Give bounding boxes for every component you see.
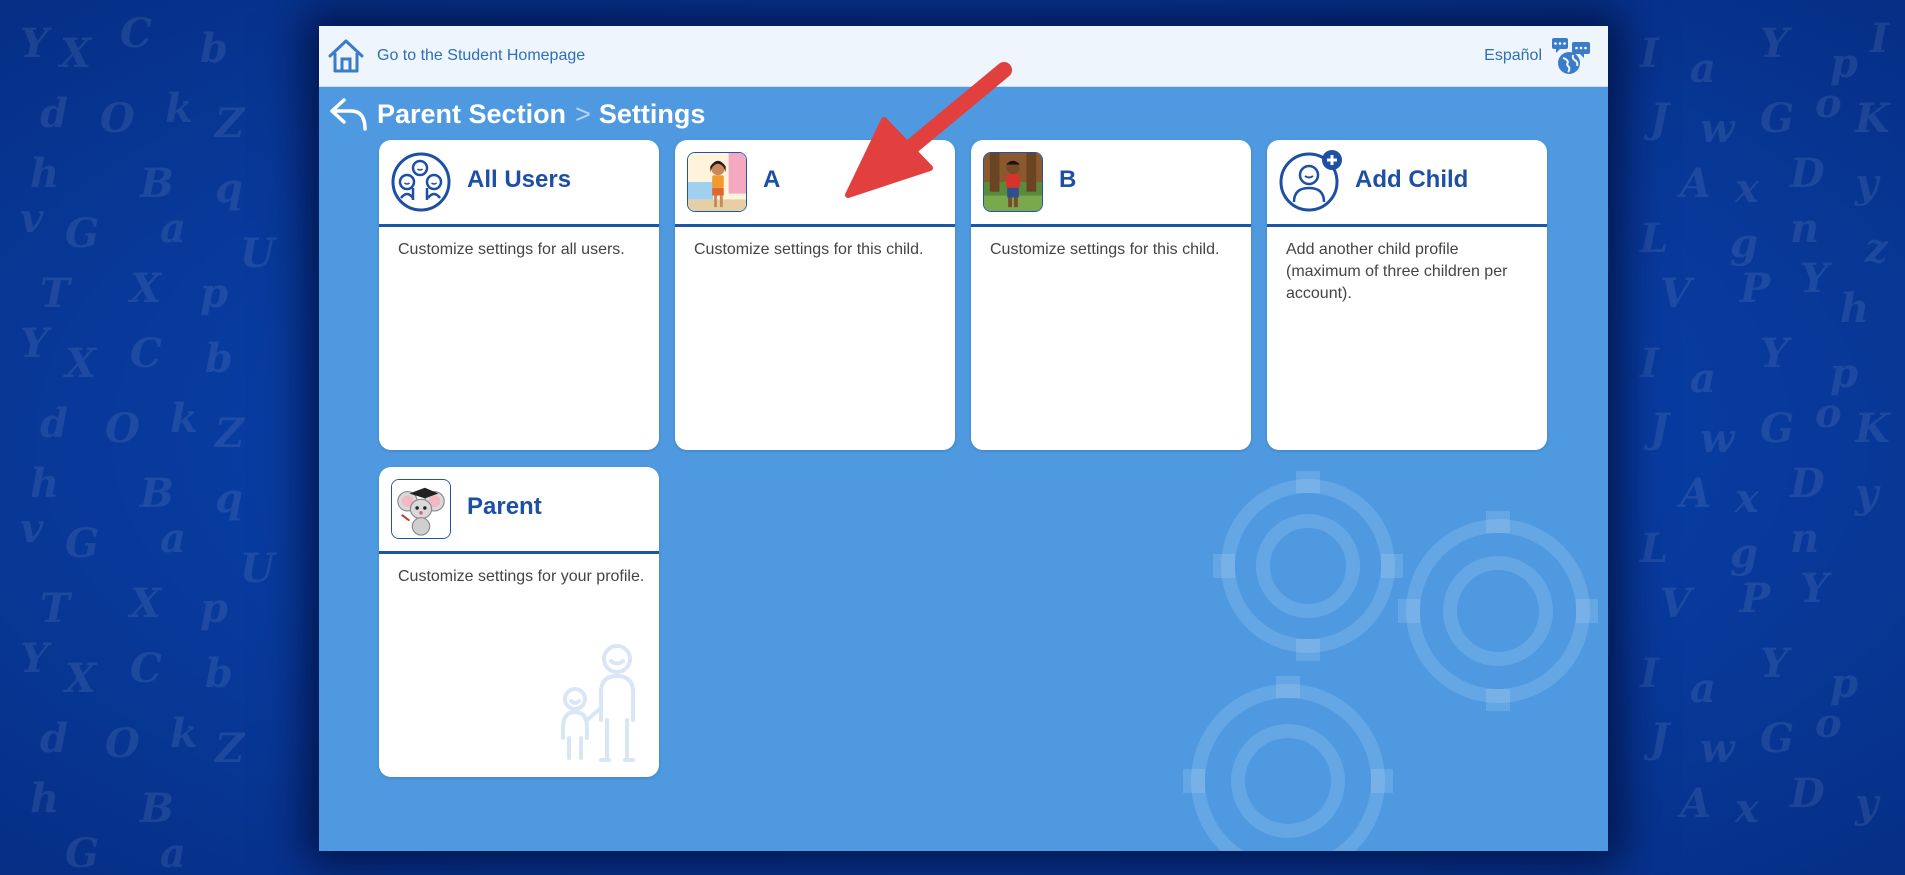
card-header: Parent <box>379 467 659 554</box>
language-label: Español <box>1484 47 1542 64</box>
child-avatar-boy-icon <box>983 152 1043 212</box>
group-users-icon <box>391 152 451 212</box>
breadcrumb: Parent Section > Settings <box>329 94 705 134</box>
mouse-graduate-avatar-icon <box>391 479 451 539</box>
globe-chat-icon <box>1552 38 1590 74</box>
student-homepage-link[interactable]: Go to the Student Homepage <box>327 36 585 76</box>
breadcrumb-current: Settings <box>598 98 706 129</box>
card-description: Customize settings for this child. <box>694 241 924 258</box>
card-parent[interactable]: Parent Customize settings for your profi… <box>379 467 659 777</box>
card-title: Parent <box>467 493 542 520</box>
card-title: B <box>1059 166 1077 193</box>
card-child-b[interactable]: B Customize settings for this child. <box>971 140 1251 450</box>
back-arrow-icon[interactable] <box>329 96 369 132</box>
card-header: A <box>675 140 955 227</box>
card-title: Add Child <box>1355 166 1469 193</box>
card-description: Add another child profile (maximum of th… <box>1286 241 1508 302</box>
card-header: All Users <box>379 140 659 227</box>
breadcrumb-parent-section[interactable]: Parent Section <box>377 99 566 130</box>
child-avatar-girl-icon <box>687 152 747 212</box>
card-description: Customize settings for your profile. <box>398 568 645 585</box>
card-description: Customize settings for this child. <box>990 241 1220 258</box>
top-bar: Go to the Student Homepage Español <box>319 26 1608 87</box>
gears-watermark-icon <box>1183 471 1598 851</box>
home-icon <box>328 39 364 73</box>
parent-child-watermark-icon <box>561 644 635 762</box>
add-child-icon <box>1279 150 1342 212</box>
card-title: All Users <box>467 166 572 193</box>
card-header: Add Child <box>1267 140 1547 227</box>
card-description: Customize settings for all users. <box>398 241 625 258</box>
card-all-users[interactable]: All Users Customize settings for all use… <box>379 140 659 450</box>
card-title: A <box>763 166 781 193</box>
student-homepage-label: Go to the Student Homepage <box>377 47 586 64</box>
card-add-child[interactable]: Add Child Add another child profile (max… <box>1267 140 1547 450</box>
card-child-a[interactable]: A Customize settings for this child. <box>675 140 955 450</box>
language-toggle[interactable]: Español <box>1484 34 1592 78</box>
parent-settings-window: Go to the Student Homepage Español Paren… <box>319 26 1608 851</box>
card-header: B <box>971 140 1251 227</box>
breadcrumb-separator: > <box>575 98 591 129</box>
